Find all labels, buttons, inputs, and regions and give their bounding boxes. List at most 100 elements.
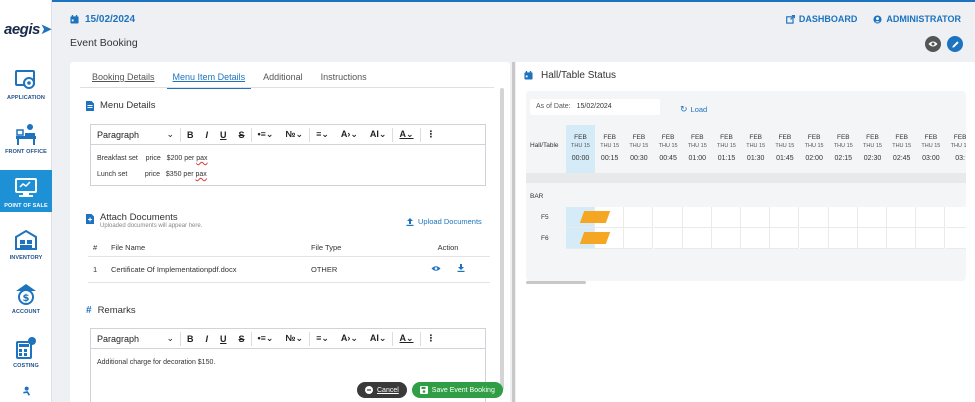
edit-button[interactable] [947, 36, 963, 52]
more-options-icon[interactable]: ⋮ [421, 129, 442, 140]
inventory-icon [15, 229, 37, 250]
schedule-cell[interactable] [624, 207, 654, 228]
cancel-button[interactable]: Cancel [357, 382, 407, 398]
font-color-button[interactable]: A⌄ [393, 333, 419, 344]
time-column-header: FEB THU 15 00:45 [654, 125, 683, 173]
schedule-cell[interactable] [653, 207, 683, 228]
schedule-cell[interactable] [712, 207, 741, 228]
schedule-cell[interactable] [770, 207, 800, 228]
horizontal-scrollbar[interactable] [526, 281, 586, 284]
download-icon [457, 264, 465, 272]
weekday-label: THU 15 [950, 143, 966, 149]
numbered-list-button[interactable]: №⌄ [279, 129, 309, 140]
bullet-list-button[interactable]: •≡⌄ [252, 333, 280, 344]
paragraph-select[interactable]: Paragraph ⌄ [97, 331, 181, 346]
month-label: FEB [807, 134, 821, 141]
time-label: 01:15 [717, 155, 736, 162]
italic-button[interactable]: I [200, 130, 215, 140]
schedule-cell[interactable] [858, 228, 887, 249]
save-disk-icon [419, 386, 428, 394]
font-size-button[interactable]: AI⌄ [364, 129, 393, 140]
vertical-scrollbar[interactable] [500, 88, 504, 390]
documents-table: # File Name File Type Action 1 Certifica… [88, 240, 490, 283]
text-style-button[interactable]: A›⌄ [335, 129, 364, 140]
page-title: Event Booking [70, 37, 138, 49]
dashboard-link[interactable]: DASHBOARD [785, 14, 857, 24]
schedule-cell[interactable] [916, 207, 946, 228]
font-size-button[interactable]: AI⌄ [364, 333, 393, 344]
schedule-cell[interactable] [770, 228, 800, 249]
schedule-cell[interactable] [916, 228, 946, 249]
strikethrough-button[interactable]: S [233, 334, 251, 344]
save-event-booking-button[interactable]: Save Event Booking [411, 382, 503, 398]
user-menu[interactable]: ADMINISTRATOR [873, 14, 961, 24]
sidebar-item-costing[interactable]: COSTING [0, 334, 52, 374]
bold-button[interactable]: B [181, 334, 200, 344]
schedule-cell[interactable] [682, 207, 712, 228]
schedule-cell[interactable] [828, 228, 858, 249]
month-label: FEB [924, 134, 938, 141]
schedule-cell[interactable] [945, 228, 966, 249]
upload-documents-button[interactable]: Upload Documents [406, 217, 482, 226]
schedule-cell[interactable] [624, 228, 654, 249]
menu-details-editor[interactable]: Paragraph ⌄ B I U S •≡⌄ №⌄ ≡⌄ A›⌄ AI⌄ A⌄ … [90, 124, 486, 186]
bold-button[interactable]: B [181, 130, 200, 140]
sidebar-item-front-office[interactable]: FRONT OFFICE [0, 118, 52, 160]
time-column-header: FEB THU 15 02:45 [887, 125, 916, 173]
more-options-icon[interactable]: ⋮ [421, 333, 442, 344]
schedule-cell[interactable] [712, 228, 741, 249]
font-color-button[interactable]: A⌄ [393, 129, 419, 140]
schedule-cell[interactable] [741, 228, 771, 249]
file-name-cell: Certificate Of Implementationpdf.docx [106, 256, 306, 283]
load-button[interactable]: ↻ Load [680, 104, 707, 115]
calendar-icon [524, 71, 533, 80]
numbered-list-button[interactable]: №⌄ [279, 333, 309, 344]
editor-content[interactable]: Breakfast set price $200 per pax Lunch s… [91, 145, 485, 189]
editor-content[interactable]: Additional charge for decoration $150. [91, 349, 485, 377]
bullet-list-button[interactable]: •≡⌄ [252, 129, 280, 140]
italic-button[interactable]: I [200, 334, 215, 344]
schedule-cell[interactable] [799, 228, 829, 249]
sidebar-item-point-of-sale[interactable]: POINT OF SALE [0, 170, 52, 212]
view-document-button[interactable] [431, 265, 441, 274]
as-of-date-field[interactable]: As of Date: 15/02/2024 [530, 99, 660, 115]
sidebar-item-account[interactable]: $ ACCOUNT [0, 280, 52, 320]
column-header-action: Action [406, 240, 490, 257]
booking-block[interactable] [579, 232, 611, 244]
schedule-cell[interactable] [828, 207, 858, 228]
strikethrough-button[interactable]: S [233, 130, 251, 140]
time-column-header: FEB THU 15 03:00 [916, 125, 945, 173]
schedule-cell[interactable] [682, 228, 712, 249]
weekday-label: THU 15 [717, 143, 736, 149]
weekday-label: THU 15 [746, 143, 766, 149]
download-document-button[interactable] [457, 264, 465, 274]
booking-block[interactable] [579, 211, 611, 223]
schedule-cell[interactable] [858, 207, 887, 228]
aegis-logo[interactable]: aegis➤ [4, 20, 52, 38]
sidebar-item-inventory[interactable]: INVENTORY [0, 226, 52, 266]
schedule-row-f5 [566, 207, 966, 228]
sidebar-item-more[interactable] [0, 386, 52, 402]
align-button[interactable]: ≡⌄ [310, 129, 335, 140]
underline-button[interactable]: U [214, 334, 233, 344]
time-label: 01:30 [746, 155, 765, 162]
schedule-cell[interactable] [945, 207, 966, 228]
schedule-row-f6 [566, 228, 966, 249]
schedule-cell[interactable] [741, 207, 771, 228]
text-style-button[interactable]: A›⌄ [335, 333, 364, 344]
sidebar-item-application[interactable]: APPLICATION [0, 64, 52, 104]
time-label: 00:15 [600, 155, 619, 162]
paragraph-select[interactable]: Paragraph ⌄ [97, 127, 181, 142]
view-button[interactable] [925, 36, 941, 52]
weekday-label: THU 15 [600, 143, 620, 149]
month-label: FEB [895, 134, 909, 141]
hall-status-title: Hall/Table Status [524, 70, 616, 81]
panel-splitter[interactable] [512, 62, 515, 402]
schedule-cell[interactable] [887, 207, 917, 228]
schedule-cell[interactable] [887, 228, 917, 249]
schedule-cell[interactable] [799, 207, 829, 228]
align-button[interactable]: ≡⌄ [310, 333, 335, 344]
editor-toolbar: Paragraph ⌄ B I U S •≡⌄ №⌄ ≡⌄ A›⌄ AI⌄ A⌄ … [91, 125, 485, 145]
underline-button[interactable]: U [214, 130, 233, 140]
schedule-cell[interactable] [653, 228, 683, 249]
